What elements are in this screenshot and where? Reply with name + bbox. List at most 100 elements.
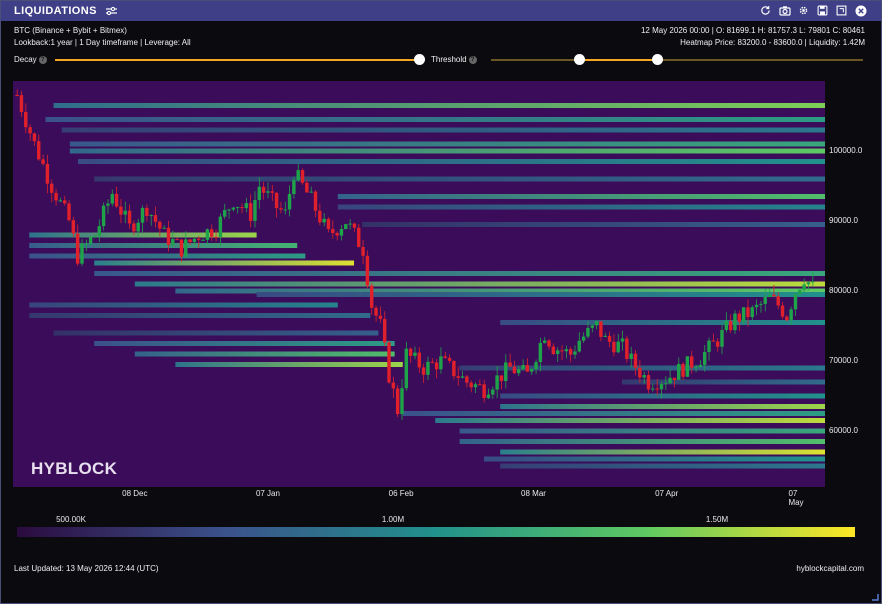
candle-body <box>197 238 201 240</box>
liquidity-band <box>29 253 306 259</box>
candle-body <box>473 384 478 388</box>
close-icon[interactable] <box>854 4 867 17</box>
price-tick-label: 90000.0 <box>829 216 858 225</box>
candle-body <box>145 207 149 216</box>
date-tick-label: 08 Dec <box>122 489 148 498</box>
resize-handle-icon[interactable] <box>871 593 879 601</box>
liquidity-band <box>94 341 395 346</box>
liquidity-band <box>459 439 825 444</box>
candle-body <box>88 237 93 244</box>
liquidity-band <box>459 428 825 434</box>
candle-body <box>19 95 24 112</box>
candle-body <box>123 210 127 215</box>
price-tick-label: 100000.0 <box>829 146 863 155</box>
decay-label: Decay ? <box>14 55 47 64</box>
price-tick-label: 60000.0 <box>829 426 858 435</box>
candle-body <box>689 356 694 368</box>
liquidity-band <box>500 463 825 469</box>
liquidity-band <box>134 351 395 357</box>
candle-body <box>581 336 586 341</box>
candle-body <box>633 353 638 368</box>
candle-body <box>421 367 426 375</box>
candle-body <box>93 235 97 238</box>
candle-body <box>326 218 331 229</box>
threshold-label-text: Threshold <box>431 55 467 64</box>
liquidity-band <box>500 320 825 325</box>
candle-body <box>45 163 50 184</box>
threshold-slider-track[interactable] <box>491 59 863 61</box>
candle-body <box>227 209 231 211</box>
liquidity-band <box>134 281 825 287</box>
candle-body <box>659 383 664 390</box>
liquidity-band <box>362 222 825 227</box>
site-link[interactable]: hyblockcapital.com <box>796 564 864 573</box>
save-icon[interactable] <box>816 4 829 17</box>
candle-body <box>534 362 538 370</box>
candle-body <box>214 236 218 238</box>
candle-body <box>724 320 729 331</box>
candle-body <box>218 216 223 237</box>
expand-icon[interactable] <box>835 4 848 17</box>
candle-body <box>296 170 300 181</box>
liquidity-colorbar <box>17 527 855 537</box>
chart-info-right: 12 May 2026 00:00 | O: 81699.1 H: 81757.… <box>641 25 865 49</box>
candle-body <box>313 191 318 211</box>
settings-line: Lookback:1 year | 1 Day timeframe | Leve… <box>14 38 191 47</box>
decay-slider-knob[interactable] <box>414 54 425 65</box>
liquidity-band <box>483 456 825 462</box>
candle-body <box>707 340 711 352</box>
candle-body <box>594 321 599 326</box>
gear-icon[interactable] <box>797 4 810 17</box>
liquidity-band <box>29 302 338 308</box>
candle-body <box>698 364 703 368</box>
liquidation-heatmap-chart[interactable] <box>13 81 825 487</box>
candle-body <box>378 315 383 319</box>
candle-body <box>638 367 642 378</box>
decay-help-icon[interactable]: ? <box>38 55 47 64</box>
candle-body <box>646 375 651 390</box>
candle-body <box>763 296 767 304</box>
threshold-slider-knob-low[interactable] <box>574 54 586 65</box>
exchange-line: BTC (Binance + Bybit + Bitmex) <box>14 26 127 35</box>
candle-body <box>192 238 197 243</box>
candle-body <box>702 351 707 365</box>
candle-body <box>248 203 253 221</box>
liquidity-band <box>29 243 298 248</box>
candle-body <box>720 330 724 347</box>
camera-icon[interactable] <box>778 4 791 17</box>
candle-body <box>382 318 387 343</box>
candle-body <box>222 210 227 217</box>
candle-body <box>331 228 335 234</box>
candle-body <box>266 191 270 193</box>
candle-body <box>482 384 486 399</box>
candle-body <box>547 340 551 347</box>
candle-body <box>49 183 54 193</box>
threshold-help-icon[interactable]: ? <box>468 55 477 64</box>
candle-body <box>469 382 473 388</box>
candle-body <box>741 307 746 322</box>
candle-body <box>677 363 681 380</box>
candle-body <box>447 357 452 361</box>
candle-body <box>119 206 123 215</box>
candle-body <box>603 335 607 337</box>
candle-body <box>560 350 564 352</box>
candle-body <box>322 218 326 223</box>
refresh-icon[interactable] <box>759 4 772 17</box>
liquidity-band <box>94 176 825 182</box>
candle-body <box>542 340 547 343</box>
candle-body <box>171 239 175 245</box>
sliders-icon[interactable] <box>105 6 118 16</box>
candle-body <box>209 229 214 237</box>
candle-body <box>607 335 612 342</box>
candle-body <box>292 180 296 195</box>
candle-body <box>106 203 110 206</box>
candle-body <box>616 341 620 353</box>
decay-slider-track[interactable] <box>55 59 420 61</box>
liquidity-band <box>435 418 825 423</box>
candle-body <box>413 352 417 356</box>
window-titlebar[interactable]: LIQUIDATIONS <box>1 1 881 21</box>
candle-body <box>478 384 482 386</box>
threshold-slider-knob-high[interactable] <box>652 54 664 65</box>
liquidity-band <box>175 362 403 367</box>
candle-body <box>465 376 469 383</box>
